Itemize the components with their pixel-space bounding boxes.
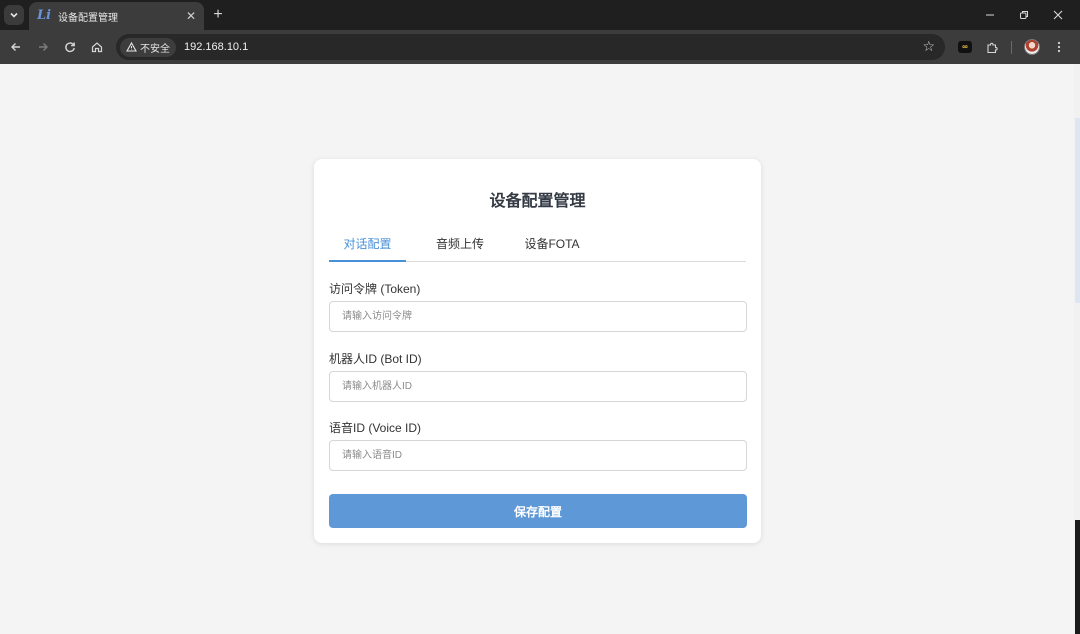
token-input[interactable]: [329, 301, 747, 332]
back-button[interactable]: [6, 37, 26, 57]
config-tabs: 对话配置 音频上传 设备FOTA: [329, 231, 746, 262]
scrollbar-thumb[interactable]: [1075, 118, 1080, 303]
security-chip[interactable]: 不安全: [120, 37, 176, 57]
minimize-icon: [986, 14, 994, 16]
tab-device-fota[interactable]: 设备FOTA: [507, 231, 597, 262]
tab-dialog-config[interactable]: 对话配置: [329, 231, 406, 262]
arrow-right-icon: [39, 43, 48, 51]
close-tab-icon[interactable]: ✕: [186, 9, 196, 23]
tab-search-button[interactable]: [4, 5, 24, 25]
bot-id-input[interactable]: [329, 371, 747, 402]
extensions-menu-button[interactable]: [982, 37, 1002, 57]
bookmark-star-icon[interactable]: ☆: [922, 38, 935, 55]
voice-id-input[interactable]: [329, 440, 747, 471]
minimize-button[interactable]: [973, 0, 1007, 30]
page-viewport: 设备配置管理 对话配置 音频上传 设备FOTA 访问令牌 (Token) 机器人…: [0, 64, 1074, 634]
home-icon: [91, 42, 103, 53]
more-vertical-icon: [1057, 41, 1061, 53]
warning-icon: [126, 42, 137, 52]
close-icon: [1053, 10, 1063, 20]
home-button[interactable]: [87, 37, 107, 57]
avatar: [1024, 39, 1040, 55]
address-bar[interactable]: 不安全 192.168.10.1 ☆: [116, 34, 945, 60]
extension-button[interactable]: ∞: [955, 37, 975, 57]
browser-tabstrip: Li 设备配置管理 ✕ +: [0, 0, 1080, 30]
config-card: 设备配置管理 对话配置 音频上传 设备FOTA 访问令牌 (Token) 机器人…: [314, 159, 761, 543]
chevron-down-icon: [10, 12, 18, 18]
arrow-left-icon: [11, 43, 20, 51]
save-config-button[interactable]: 保存配置: [329, 494, 747, 528]
restore-button[interactable]: [1007, 0, 1041, 30]
browser-menu-button[interactable]: [1049, 37, 1069, 57]
bot-id-label: 机器人ID (Bot ID): [329, 352, 422, 366]
reload-icon: [65, 42, 75, 53]
extension-badge-icon: ∞: [958, 41, 972, 53]
url-text[interactable]: 192.168.10.1: [184, 41, 248, 53]
side-panel-edge: [1075, 520, 1080, 634]
voice-id-label: 语音ID (Voice ID): [329, 421, 422, 435]
site-favicon-icon: Li: [37, 8, 52, 23]
toolbar-divider: [1011, 41, 1012, 54]
forward-button[interactable]: [33, 37, 53, 57]
tab-title: 设备配置管理: [58, 12, 118, 24]
token-label: 访问令牌 (Token): [329, 282, 421, 296]
puzzle-icon: [986, 42, 998, 53]
page-title: 设备配置管理: [489, 193, 586, 210]
tab-audio-upload[interactable]: 音频上传: [423, 231, 497, 262]
close-window-button[interactable]: [1041, 0, 1075, 30]
profile-button[interactable]: [1022, 37, 1042, 57]
browser-tab[interactable]: Li 设备配置管理 ✕: [29, 2, 204, 30]
new-tab-button[interactable]: +: [208, 5, 228, 25]
browser-toolbar: 不安全 192.168.10.1 ☆ ∞: [0, 30, 1080, 64]
restore-icon: [1020, 11, 1028, 19]
security-label: 不安全: [140, 43, 170, 55]
reload-button[interactable]: [60, 37, 80, 57]
